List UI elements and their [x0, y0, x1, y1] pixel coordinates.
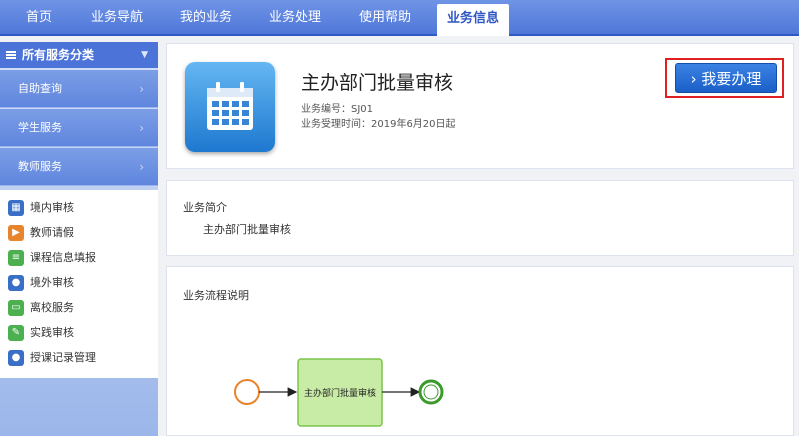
- sidebar-category-label: 自助查询: [18, 82, 62, 95]
- task-label: 主办部门批量审核: [303, 389, 376, 399]
- menu-icon: [6, 51, 16, 59]
- chevron-right-icon: ›: [690, 70, 702, 88]
- sidebar-category-label: 教师服务: [18, 160, 62, 173]
- sidebar-category-label: 学生服务: [18, 121, 62, 134]
- flow-panel: 业务流程说明 主办部门批量审核: [166, 266, 794, 436]
- chevron-right-icon: ›: [139, 121, 144, 135]
- sidebar-header-label: 所有服务分类: [22, 48, 95, 62]
- intro-body: 主办部门批量审核: [203, 223, 291, 236]
- video-icon: ▶: [8, 225, 24, 241]
- service-time-value: 2019年6月20日起: [371, 119, 456, 130]
- intro-panel: 业务简介 主办部门批量审核: [166, 180, 794, 256]
- sidebar-item-label: 教师请假: [30, 226, 74, 239]
- intro-heading: 业务简介: [183, 201, 227, 214]
- form-icon: ≡: [8, 250, 24, 266]
- service-code: 业务编号：SJ01: [301, 100, 373, 115]
- monitor-icon: ▭: [8, 300, 24, 316]
- service-time: 业务受理时间：2019年6月20日起: [301, 115, 456, 130]
- chevron-down-icon: ▼: [141, 50, 148, 60]
- sidebar-service-list: ▦ 境内审核 ▶ 教师请假 ≡ 课程信息填报 ● 境外审核 ▭ 离校服务 ✎ 实…: [0, 190, 158, 378]
- service-code-value: SJ01: [351, 104, 374, 115]
- nav-business-info[interactable]: 业务信息: [437, 4, 509, 36]
- sidebar-item-label: 离校服务: [30, 301, 74, 314]
- service-time-label: 业务受理时间：: [301, 119, 371, 130]
- apply-button-label: 我要办理: [701, 70, 762, 88]
- nav-business-processing[interactable]: 业务处理: [256, 0, 334, 36]
- sidebar-category-teacher[interactable]: 教师服务 ›: [0, 148, 158, 186]
- sidebar-category-student[interactable]: 学生服务 ›: [0, 109, 158, 147]
- sidebar-category-self-query[interactable]: 自助查询 ›: [0, 70, 158, 108]
- sidebar-item-label: 境外审核: [30, 276, 74, 289]
- chevron-right-icon: ›: [139, 160, 144, 174]
- calendar-icon: ▦: [8, 200, 24, 216]
- nav-my-business[interactable]: 我的业务: [168, 0, 244, 36]
- service-code-label: 业务编号：: [301, 104, 351, 115]
- sidebar-item-label: 授课记录管理: [30, 351, 96, 364]
- nav-business-guide[interactable]: 业务导航: [78, 0, 156, 36]
- user-icon: ●: [8, 350, 24, 366]
- start-event: [234, 379, 260, 405]
- service-header-panel: 主办部门批量审核 业务编号：SJ01 业务受理时间：2019年6月20日起 › …: [166, 43, 794, 169]
- sidebar-item-label: 境内审核: [30, 201, 74, 214]
- flow-diagram: [234, 358, 444, 427]
- service-title: 主办部门批量审核: [301, 72, 454, 94]
- sidebar-item-label: 课程信息填报: [30, 251, 96, 264]
- sidebar: 所有服务分类 ▼ 自助查询 › 学生服务 › 教师服务 › ▦ 境内审核 ▶ 教…: [0, 42, 158, 436]
- top-nav: 首页 业务导航 我的业务 业务处理 使用帮助 业务信息: [0, 0, 799, 36]
- nav-help[interactable]: 使用帮助: [346, 0, 424, 36]
- user-icon: ●: [8, 275, 24, 291]
- sidebar-item-label: 实践审核: [30, 326, 74, 339]
- sidebar-header[interactable]: 所有服务分类 ▼: [0, 42, 158, 68]
- end-event: [418, 379, 444, 405]
- chevron-right-icon: ›: [139, 82, 144, 96]
- nav-home[interactable]: 首页: [10, 0, 68, 36]
- apply-button[interactable]: › 我要办理: [675, 63, 777, 93]
- edit-icon: ✎: [8, 325, 24, 341]
- calendar-icon: [185, 62, 275, 152]
